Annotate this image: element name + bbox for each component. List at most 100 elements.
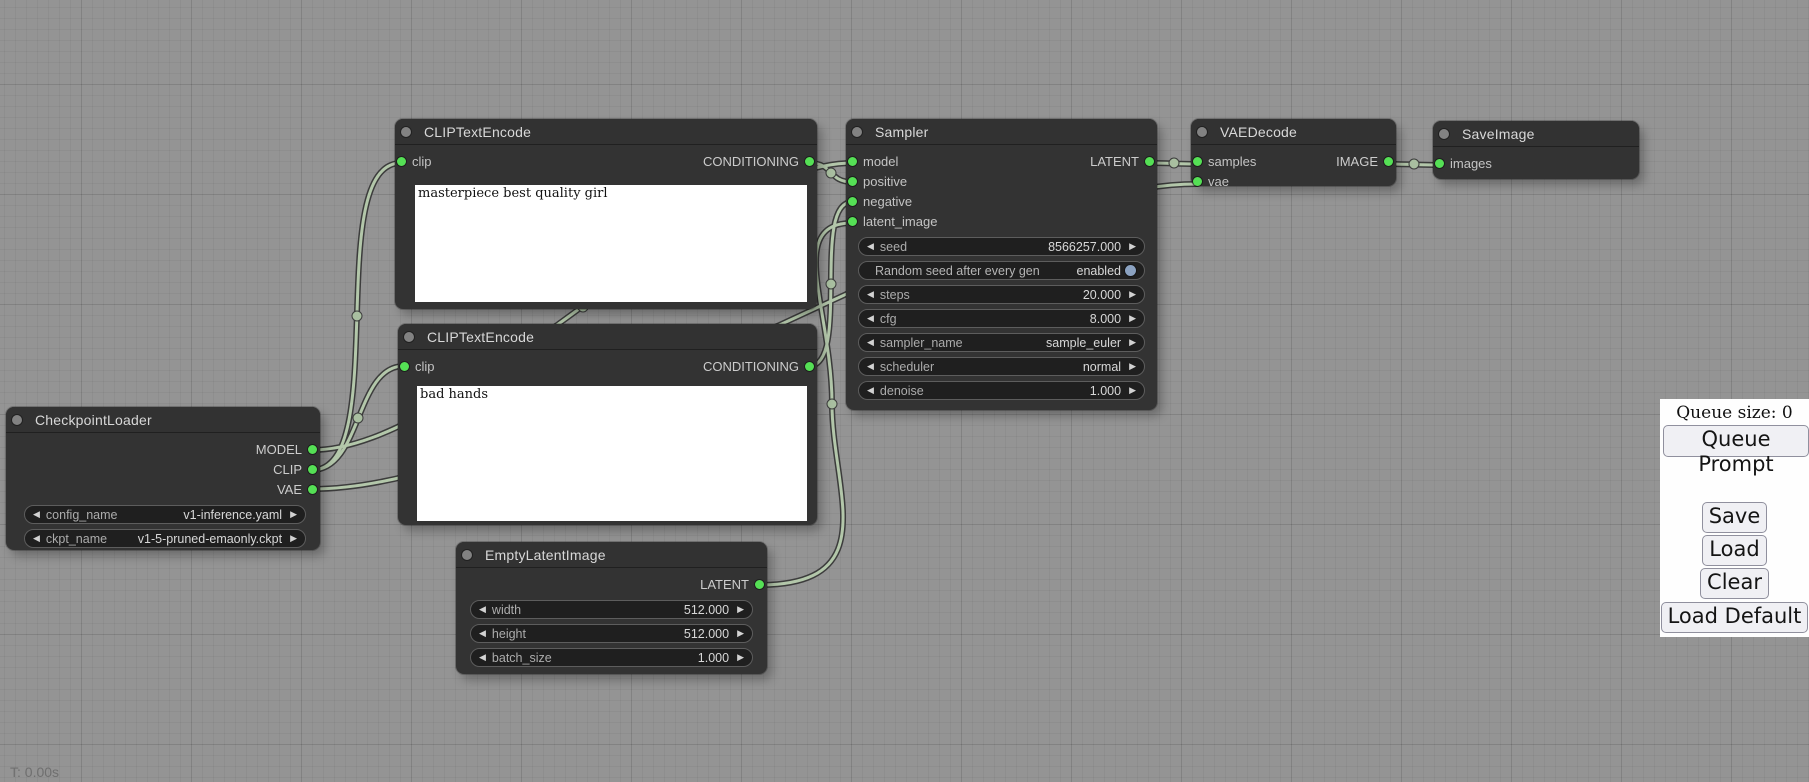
decrement-arrow-icon[interactable]: ◀ xyxy=(867,386,874,395)
widget-value: normal xyxy=(1083,360,1121,374)
node-title: VAEDecode xyxy=(1220,124,1297,140)
collapse-dot-icon[interactable] xyxy=(1197,127,1207,137)
node-save-image[interactable]: SaveImage images xyxy=(1433,121,1639,179)
negative-prompt-textarea[interactable]: bad hands xyxy=(417,386,807,521)
queue-menu-panel: Queue size: 0 Queue Prompt Save Load Cle… xyxy=(1660,399,1809,637)
decrement-arrow-icon[interactable]: ◀ xyxy=(867,290,874,299)
output-slot-conditioning[interactable] xyxy=(805,362,814,371)
input-slot-label: latent_image xyxy=(863,214,937,229)
node-checkpoint-loader[interactable]: CheckpointLoader MODEL CLIP VAE ◀ config… xyxy=(6,407,320,550)
widget-scheduler[interactable]: ◀ scheduler normal ▶ xyxy=(858,357,1145,376)
positive-prompt-textarea[interactable]: masterpiece best quality girl xyxy=(415,185,807,302)
increment-arrow-icon[interactable]: ▶ xyxy=(737,653,744,662)
output-slot-clip[interactable] xyxy=(308,465,317,474)
widget-width[interactable]: ◀ width 512.000 ▶ xyxy=(470,600,753,619)
widget-value: 8.000 xyxy=(1090,312,1121,326)
widget-ckpt-name[interactable]: ◀ ckpt_name v1-5-pruned-emaonly.ckpt ▶ xyxy=(24,529,306,548)
collapse-dot-icon[interactable] xyxy=(401,127,411,137)
widget-height[interactable]: ◀ height 512.000 ▶ xyxy=(470,624,753,643)
increment-arrow-icon[interactable]: ▶ xyxy=(290,510,297,519)
collapse-dot-icon[interactable] xyxy=(404,332,414,342)
widget-sampler-name[interactable]: ◀ sampler_name sample_euler ▶ xyxy=(858,333,1145,352)
output-slot-label-vae: VAE xyxy=(277,482,302,497)
widget-config-name[interactable]: ◀ config_name v1-inference.yaml ▶ xyxy=(24,505,306,524)
node-vae-decode[interactable]: VAEDecode samples IMAGE vae xyxy=(1191,119,1396,186)
queue-prompt-button[interactable]: Queue Prompt xyxy=(1663,425,1809,457)
decrement-arrow-icon[interactable]: ◀ xyxy=(479,629,486,638)
input-slot-samples[interactable] xyxy=(1193,157,1202,166)
execution-timer: T: 0.00s xyxy=(10,764,59,780)
output-slot-image[interactable] xyxy=(1384,157,1393,166)
node-empty-latent-image[interactable]: EmptyLatentImage LATENT ◀ width 512.000 … xyxy=(456,542,767,674)
input-slot-label: clip xyxy=(412,154,432,169)
input-slot-clip[interactable] xyxy=(400,362,409,371)
decrement-arrow-icon[interactable]: ◀ xyxy=(479,605,486,614)
node-title-bar[interactable]: VAEDecode xyxy=(1191,119,1396,145)
node-clip-text-encode-positive[interactable]: CLIPTextEncode clip CONDITIONING masterp… xyxy=(395,119,817,309)
increment-arrow-icon[interactable]: ▶ xyxy=(290,534,297,543)
output-slot-label-model: MODEL xyxy=(256,442,302,457)
input-slot-model[interactable] xyxy=(848,157,857,166)
node-clip-text-encode-negative[interactable]: CLIPTextEncode clip CONDITIONING bad han… xyxy=(398,324,817,525)
decrement-arrow-icon[interactable]: ◀ xyxy=(867,242,874,251)
increment-arrow-icon[interactable]: ▶ xyxy=(1129,242,1136,251)
widget-value: 512.000 xyxy=(684,627,729,641)
node-title: EmptyLatentImage xyxy=(485,547,606,563)
collapse-dot-icon[interactable] xyxy=(1439,129,1449,139)
node-title-bar[interactable]: CheckpointLoader xyxy=(6,407,320,433)
widget-batch-size[interactable]: ◀ batch_size 1.000 ▶ xyxy=(470,648,753,667)
load-button[interactable]: Load xyxy=(1702,535,1766,566)
increment-arrow-icon[interactable]: ▶ xyxy=(1129,386,1136,395)
output-slot-latent[interactable] xyxy=(755,580,764,589)
collapse-dot-icon[interactable] xyxy=(12,415,22,425)
save-button[interactable]: Save xyxy=(1702,502,1768,533)
node-title-bar[interactable]: CLIPTextEncode xyxy=(398,324,817,350)
clear-button[interactable]: Clear xyxy=(1700,568,1769,599)
increment-arrow-icon[interactable]: ▶ xyxy=(1129,290,1136,299)
decrement-arrow-icon[interactable]: ◀ xyxy=(867,338,874,347)
node-sampler[interactable]: Sampler model LATENT positive negative l… xyxy=(846,119,1157,410)
load-default-button[interactable]: Load Default xyxy=(1661,602,1809,633)
node-title: Sampler xyxy=(875,124,929,140)
node-title-bar[interactable]: SaveImage xyxy=(1433,121,1639,147)
decrement-arrow-icon[interactable]: ◀ xyxy=(479,653,486,662)
widget-random-seed-toggle[interactable]: Random seed after every gen enabled xyxy=(858,261,1145,280)
widget-steps[interactable]: ◀ steps 20.000 ▶ xyxy=(858,285,1145,304)
node-title: CheckpointLoader xyxy=(35,412,152,428)
node-title-bar[interactable]: EmptyLatentImage xyxy=(456,542,767,568)
decrement-arrow-icon[interactable]: ◀ xyxy=(33,510,40,519)
input-slot-vae[interactable] xyxy=(1193,177,1202,186)
node-title: CLIPTextEncode xyxy=(427,329,534,345)
output-slot-latent[interactable] xyxy=(1145,157,1154,166)
input-slot-label: vae xyxy=(1208,174,1229,189)
increment-arrow-icon[interactable]: ▶ xyxy=(737,629,744,638)
node-graph-canvas[interactable]: T: 0.00s CLIPTextEncode clip CONDITIONIN… xyxy=(0,0,1809,782)
output-slot-vae[interactable] xyxy=(308,485,317,494)
output-slot-label-clip: CLIP xyxy=(273,462,302,477)
input-slot-images[interactable] xyxy=(1435,159,1444,168)
input-slot-positive[interactable] xyxy=(848,177,857,186)
decrement-arrow-icon[interactable]: ◀ xyxy=(867,314,874,323)
output-slot-model[interactable] xyxy=(308,445,317,454)
output-slot-conditioning[interactable] xyxy=(805,157,814,166)
decrement-arrow-icon[interactable]: ◀ xyxy=(867,362,874,371)
collapse-dot-icon[interactable] xyxy=(462,550,472,560)
collapse-dot-icon[interactable] xyxy=(852,127,862,137)
increment-arrow-icon[interactable]: ▶ xyxy=(1129,338,1136,347)
input-slot-clip[interactable] xyxy=(397,157,406,166)
output-slot-label: IMAGE xyxy=(1336,154,1378,169)
input-slot-latent-image[interactable] xyxy=(848,217,857,226)
input-slot-negative[interactable] xyxy=(848,197,857,206)
widget-denoise[interactable]: ◀ denoise 1.000 ▶ xyxy=(858,381,1145,400)
increment-arrow-icon[interactable]: ▶ xyxy=(737,605,744,614)
node-title-bar[interactable]: Sampler xyxy=(846,119,1157,145)
widget-label: seed xyxy=(880,240,907,254)
increment-arrow-icon[interactable]: ▶ xyxy=(1129,314,1136,323)
widget-seed[interactable]: ◀ seed 8566257.000 ▶ xyxy=(858,237,1145,256)
increment-arrow-icon[interactable]: ▶ xyxy=(1129,362,1136,371)
decrement-arrow-icon[interactable]: ◀ xyxy=(33,534,40,543)
node-title-bar[interactable]: CLIPTextEncode xyxy=(395,119,817,145)
toggle-dot-icon[interactable] xyxy=(1125,265,1136,276)
node-title: CLIPTextEncode xyxy=(424,124,531,140)
widget-cfg[interactable]: ◀ cfg 8.000 ▶ xyxy=(858,309,1145,328)
